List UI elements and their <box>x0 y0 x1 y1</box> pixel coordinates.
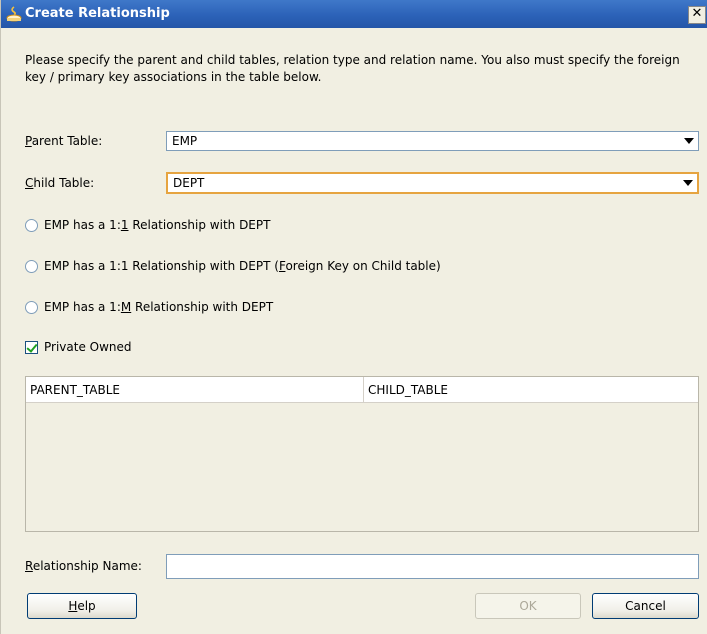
relationship-name-input[interactable] <box>166 554 699 579</box>
cancel-button[interactable]: Cancel <box>592 593 699 619</box>
close-button[interactable]: ✕ <box>688 6 706 24</box>
column-header-child-table[interactable]: CHILD_TABLE <box>364 377 698 403</box>
chevron-down-icon[interactable] <box>683 180 693 186</box>
parent-table-label: Parent Table: <box>25 134 103 148</box>
radio-label: EMP has a 1:1 Relationship with DEPT <box>44 218 271 232</box>
title-bar[interactable]: Create Relationship ✕ <box>1 0 707 28</box>
oracle-app-icon <box>5 5 23 23</box>
radio-button[interactable] <box>25 260 38 273</box>
help-button[interactable]: Help <box>27 593 137 619</box>
radio-label: EMP has a 1:M Relationship with DEPT <box>44 300 274 314</box>
private-owned-label: Private Owned <box>44 340 132 354</box>
parent-table-combo[interactable]: EMP <box>166 131 699 151</box>
checkbox[interactable] <box>25 341 38 354</box>
chevron-down-icon[interactable] <box>684 138 694 144</box>
create-relationship-dialog: Create Relationship ✕ Please specify the… <box>0 0 707 634</box>
child-table-combo[interactable]: DEPT <box>166 172 699 194</box>
relationship-name-label: Relationship Name: <box>25 559 142 573</box>
checkmark-icon <box>26 341 38 353</box>
ok-button[interactable]: OK <box>475 593 581 619</box>
child-table-label: Child Table: <box>25 176 95 190</box>
radio-label: EMP has a 1:1 Relationship with DEPT (Fo… <box>44 259 441 273</box>
radio-button[interactable] <box>25 219 38 232</box>
child-table-value: DEPT <box>173 176 205 190</box>
radio-button[interactable] <box>25 301 38 314</box>
key-mapping-table[interactable]: PARENT_TABLE CHILD_TABLE <box>25 376 699 532</box>
dialog-title: Create Relationship <box>25 6 170 21</box>
parent-table-value: EMP <box>172 134 198 148</box>
close-icon: ✕ <box>691 6 703 21</box>
instructions-text: Please specify the parent and child tabl… <box>25 53 680 84</box>
column-header-parent-table[interactable]: PARENT_TABLE <box>26 377 364 403</box>
